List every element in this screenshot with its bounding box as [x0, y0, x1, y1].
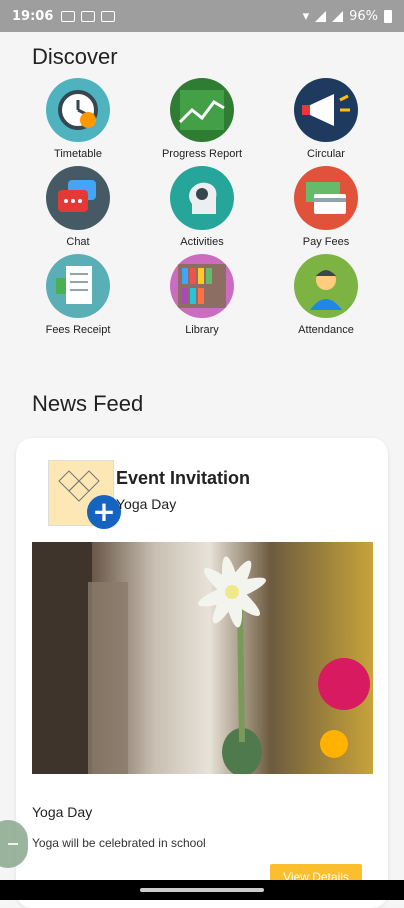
- discover-item-label: Pay Fees: [302, 236, 350, 248]
- notification-icon: [61, 10, 76, 22]
- post-heading: Yoga Day: [32, 804, 93, 820]
- discover-item-chat[interactable]: Chat: [18, 166, 138, 248]
- discover-item-label: Progress Report: [161, 148, 243, 160]
- discover-item-label: Fees Receipt: [45, 324, 111, 336]
- discover-item-label: Circular: [307, 148, 345, 160]
- home-gesture-bar[interactable]: [140, 888, 264, 892]
- discover-item-timetable[interactable]: Timetable: [18, 78, 138, 160]
- wifi-icon: ▾: [302, 8, 310, 24]
- head-gears-icon: [170, 166, 234, 230]
- discover-item-label: Attendance: [298, 324, 354, 336]
- system-nav-bar: [0, 880, 404, 900]
- notification-icon: [101, 10, 116, 22]
- minus-icon: [8, 843, 18, 845]
- discover-item-attendance[interactable]: Attendance: [266, 254, 386, 336]
- signal-icon: [332, 10, 344, 22]
- chat-bubbles-icon: [46, 166, 110, 230]
- discover-title: Discover: [32, 44, 118, 69]
- status-bar: 19:06 ▾ 96%: [0, 0, 404, 32]
- payment-card-icon: [294, 166, 358, 230]
- discover-item-fees-receipt[interactable]: Fees Receipt: [18, 254, 138, 336]
- signal-icon: [315, 10, 327, 22]
- discover-item-label: Timetable: [54, 148, 102, 160]
- discover-item-progress-report[interactable]: Progress Report: [142, 78, 262, 160]
- clock-icon: [46, 78, 110, 142]
- battery-percent: 96%: [349, 8, 378, 24]
- news-feed-title: News Feed: [32, 391, 144, 416]
- discover-item-activities[interactable]: Activities: [142, 166, 262, 248]
- discover-item-label: Library: [185, 324, 219, 336]
- discover-item-circular[interactable]: Circular: [266, 78, 386, 160]
- battery-icon: [384, 9, 392, 23]
- event-photo: [32, 542, 373, 774]
- news-card[interactable]: + Event Invitation Yoga Day Yoga Day Yog…: [16, 438, 388, 908]
- notification-icon: [81, 10, 96, 22]
- discover-item-label: Activities: [180, 236, 224, 248]
- receipt-icon: [46, 254, 110, 318]
- student-icon: [294, 254, 358, 318]
- status-time: 19:06: [12, 8, 54, 24]
- discover-item-library[interactable]: Library: [142, 254, 262, 336]
- post-description: Yoga will be celebrated in school: [32, 836, 206, 850]
- card-title: Event Invitation: [116, 468, 251, 488]
- discover-item-label: Chat: [66, 236, 90, 248]
- card-subtitle: Yoga Day: [116, 496, 177, 512]
- bookshelf-icon: [170, 254, 234, 318]
- system-icons: ▾ 96%: [303, 9, 392, 24]
- discover-item-pay-fees[interactable]: Pay Fees: [266, 166, 386, 248]
- event-thumbnail: +: [48, 460, 121, 529]
- chart-line-icon: [170, 78, 234, 142]
- notification-icons: [61, 10, 116, 22]
- megaphone-icon: [294, 78, 358, 142]
